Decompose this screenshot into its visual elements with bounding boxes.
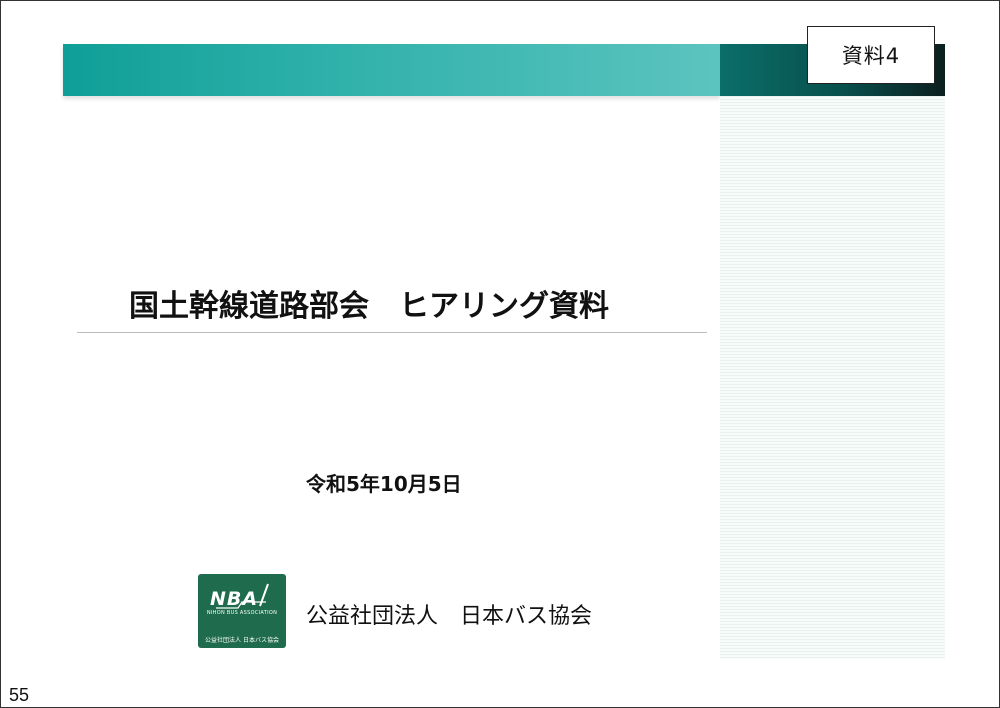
slide: 資料4 国土幹線道路部会 ヒアリング資料 令和5年10月5日 NBA NIHON… (0, 0, 1000, 708)
logo-mark: NBA (210, 588, 259, 610)
striped-side-panel (720, 96, 945, 659)
date-text: 令和5年10月5日 (306, 472, 462, 496)
slide-title: 国土幹線道路部会 ヒアリング資料 (129, 289, 609, 324)
page-number: 55 (9, 685, 30, 705)
logo-tagline: NIHON BUS ASSOCIATION (206, 610, 278, 616)
nba-logo: NBA NIHON BUS ASSOCIATION 公益社団法人 日本バス協会 (198, 574, 286, 648)
document-tag: 資料4 (807, 26, 935, 84)
organization-name: 公益社団法人 日本バス協会 (306, 604, 593, 629)
title-divider (77, 332, 707, 333)
logo-footer: 公益社団法人 日本バス協会 (205, 637, 279, 644)
header-teal-bar (63, 44, 720, 96)
